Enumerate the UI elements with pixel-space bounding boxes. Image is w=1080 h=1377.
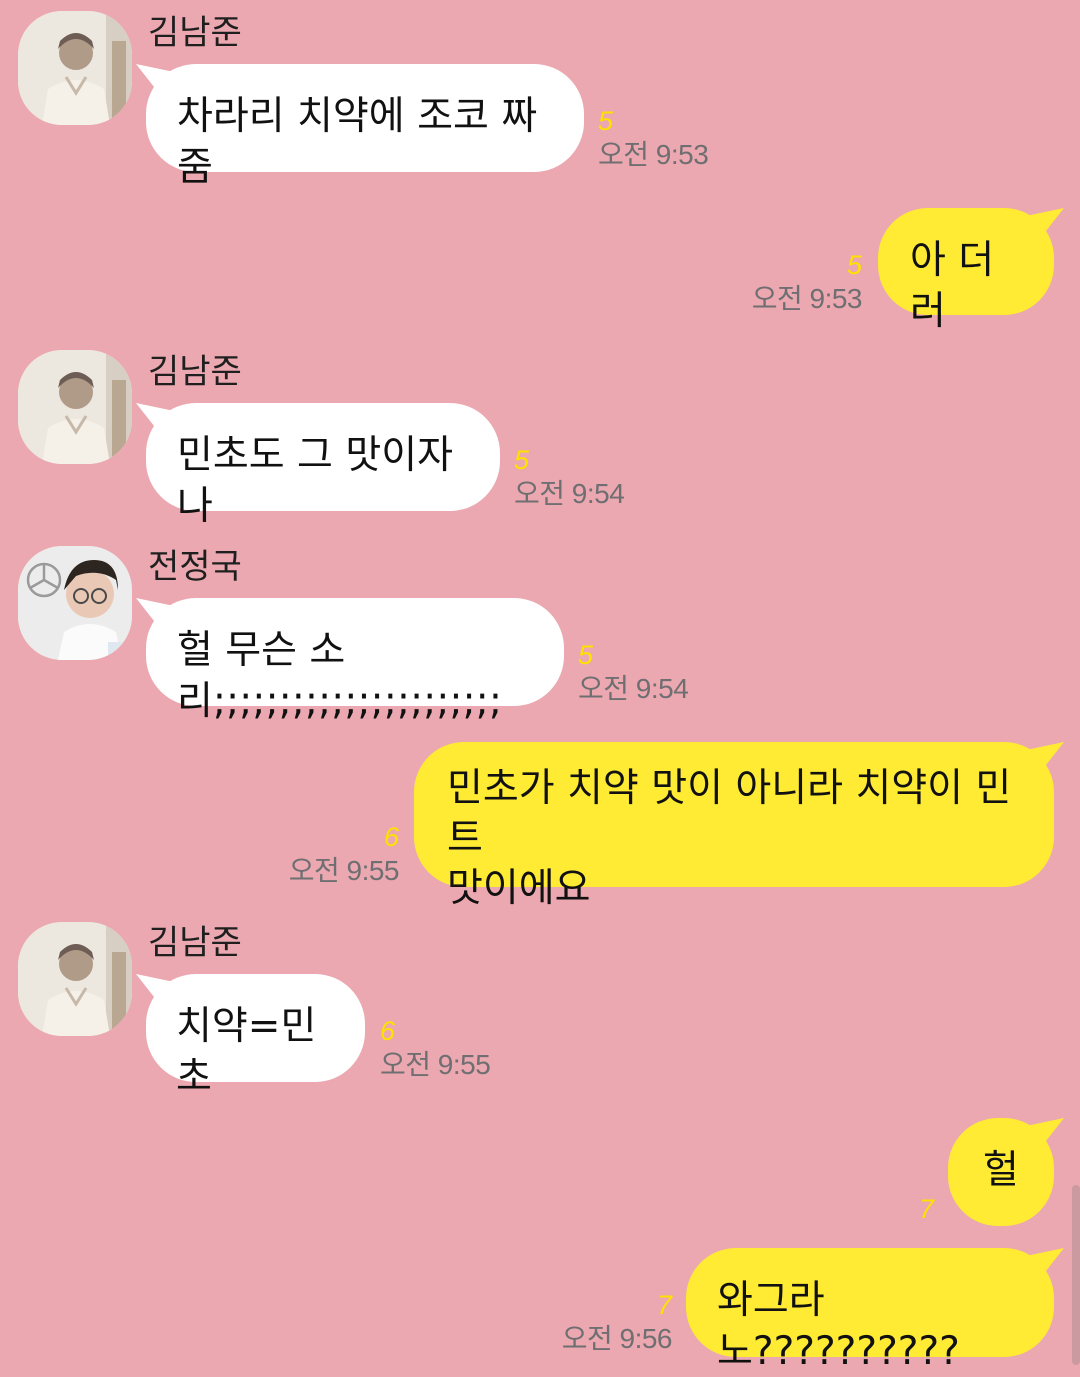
- profile-photo-icon: [18, 922, 132, 1036]
- avatar-jungkook[interactable]: [18, 546, 132, 660]
- message-meta: 7: [919, 1192, 934, 1226]
- message-meta: 6 오전 9:55: [288, 820, 400, 888]
- message-text: 치약=민초: [176, 1004, 317, 1100]
- message-text: 아 더러: [910, 238, 995, 334]
- profile-photo-icon: [18, 350, 132, 464]
- message-text: 와그라노??????????: [717, 1278, 960, 1374]
- avatar-namjoon[interactable]: [18, 350, 132, 464]
- unread-count: 5: [514, 445, 530, 475]
- unread-count: 5: [578, 640, 594, 670]
- message-text: 헐 무슨 소리;;;;;;;;;;;;;;;;;;;;;;: [177, 628, 502, 724]
- timestamp: 오전 9:53: [598, 139, 709, 170]
- sender-name: 김남준: [148, 13, 242, 53]
- message-bubble[interactable]: 치약=민초: [146, 974, 365, 1100]
- chat-room: 김남준 차라리 치약에 조코 짜줌 5 오전 9:53 5 오전 9:53 아 …: [0, 0, 1080, 1374]
- message-bubble[interactable]: 헐 무슨 소리;;;;;;;;;;;;;;;;;;;;;;: [146, 598, 564, 724]
- message-bubble[interactable]: 민초가 치약 맛이 아니라 치약이 민트 맛이에요: [414, 742, 1054, 911]
- unread-count: 6: [383, 822, 399, 852]
- sender-name: 김남준: [148, 352, 242, 392]
- timestamp: 오전 9:53: [751, 283, 863, 314]
- sender-name: 전정국: [148, 547, 242, 587]
- message-bubble[interactable]: 차라리 치약에 조코 짜줌: [146, 64, 584, 190]
- profile-photo-icon: [18, 546, 132, 660]
- profile-photo-icon: [18, 11, 132, 125]
- message-bubble[interactable]: 민초도 그 맛이자나: [146, 403, 500, 529]
- timestamp: 오전 9:54: [514, 478, 625, 509]
- message-bubble[interactable]: 헐: [948, 1118, 1054, 1226]
- unread-count: 5: [598, 106, 614, 136]
- timestamp: 오전 9:55: [380, 1049, 491, 1080]
- unread-count: 7: [918, 1194, 934, 1224]
- avatar-namjoon[interactable]: [18, 11, 132, 125]
- message-text: 민초도 그 맛이자나: [177, 433, 453, 529]
- timestamp: 오전 9:55: [288, 855, 400, 886]
- message-text: 헐: [983, 1148, 1019, 1193]
- timestamp: 오전 9:54: [578, 673, 689, 704]
- timestamp: 오전 9:56: [561, 1323, 673, 1354]
- unread-count: 5: [846, 250, 862, 280]
- message-meta: 5 오전 9:54: [514, 443, 625, 511]
- sender-name: 김남준: [148, 923, 242, 963]
- message-text: 차라리 치약에 조코 짜줌: [177, 94, 538, 190]
- message-meta: 5 오전 9:53: [598, 104, 709, 172]
- message-meta: 6 오전 9:55: [380, 1014, 491, 1082]
- scrollbar[interactable]: [1072, 1185, 1080, 1365]
- message-meta: 7 오전 9:56: [561, 1288, 673, 1356]
- message-meta: 5 오전 9:54: [578, 638, 689, 706]
- message-bubble[interactable]: 아 더러: [878, 208, 1054, 334]
- message-bubble[interactable]: 와그라노??????????: [686, 1248, 1054, 1374]
- message-meta: 5 오전 9:53: [751, 248, 863, 316]
- unread-count: 7: [656, 1290, 672, 1320]
- message-text: 민초가 치약 맛이 아니라 치약이 민트 맛이에요: [447, 766, 1012, 911]
- unread-count: 6: [380, 1016, 396, 1046]
- avatar-namjoon[interactable]: [18, 922, 132, 1036]
